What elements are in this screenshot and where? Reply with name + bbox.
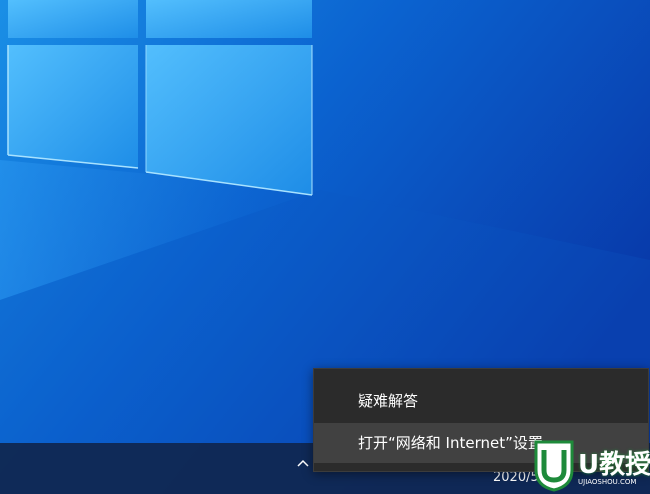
u-shield-logo-icon xyxy=(534,440,574,492)
watermark-text: U教授 xyxy=(578,450,650,480)
watermark-url: UJIAOSHOU.COM xyxy=(578,478,637,486)
desktop-screen: 2020/5/7 疑难解答 打开“网络和 Internet”设置 U教授 UJI… xyxy=(0,0,650,494)
menu-item-troubleshoot[interactable]: 疑难解答 xyxy=(314,381,648,421)
watermark: U教授 UJIAOSHOU.COM xyxy=(530,436,650,494)
chevron-up-icon[interactable] xyxy=(295,455,311,471)
